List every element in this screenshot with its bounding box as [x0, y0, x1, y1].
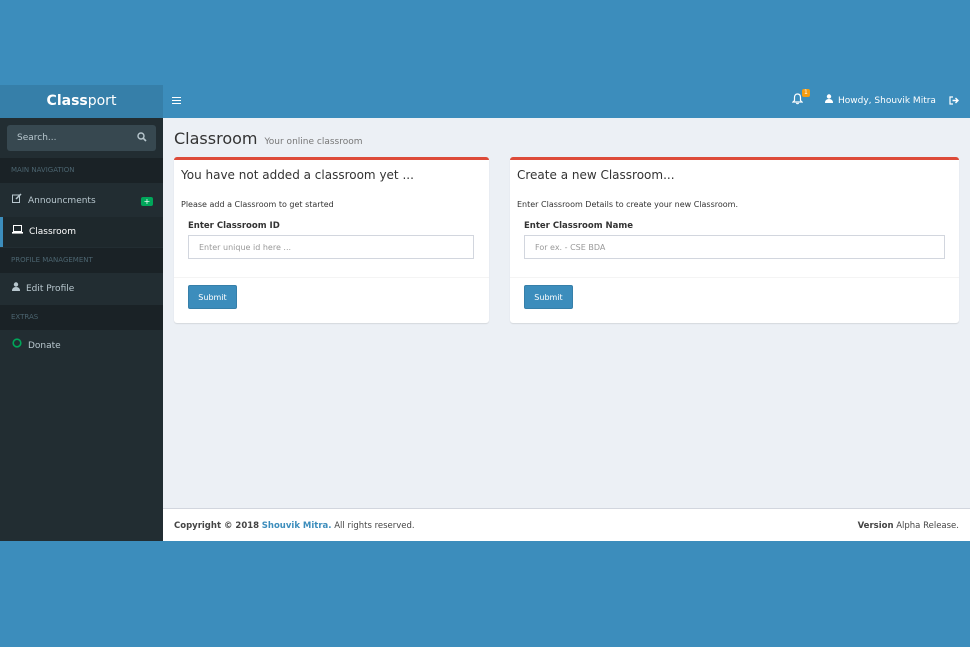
- box-title: Create a new Classroom...: [517, 168, 675, 182]
- box-description: Enter Classroom Details to create your n…: [517, 200, 738, 209]
- user-icon: [825, 85, 833, 118]
- version-label: Version: [857, 521, 894, 531]
- sidebar-item-donate[interactable]: Donate: [0, 331, 163, 361]
- nav-header-extras: EXTRAS: [0, 305, 163, 330]
- sidebar-item-label: Classroom: [29, 227, 76, 237]
- classroom-name-label: Enter Classroom Name: [524, 221, 634, 231]
- edit-icon: [12, 186, 22, 216]
- sidebar-item-classroom[interactable]: Classroom: [0, 217, 163, 247]
- sidebar-search: [7, 125, 156, 151]
- content-header: Classroom Your online classroom: [174, 129, 363, 148]
- sidebar-item-label: Announcments: [28, 196, 96, 206]
- footer: Copyright © 2018 Shouvik Mitra. All righ…: [163, 508, 970, 541]
- classroom-id-label: Enter Classroom ID: [188, 221, 280, 231]
- bell-icon[interactable]: 1: [792, 89, 810, 109]
- sign-out-icon[interactable]: [949, 96, 961, 108]
- submit-classroom-name-button[interactable]: Submit: [524, 285, 573, 309]
- search-input[interactable]: [7, 125, 132, 151]
- app-logo[interactable]: Classport: [0, 85, 163, 118]
- version-value: Alpha Release.: [896, 521, 959, 531]
- submit-classroom-id-button[interactable]: Submit: [188, 285, 237, 309]
- top-navbar: Classport 1 Howdy, Shouvik Mitra: [0, 85, 970, 118]
- rights-text: All rights reserved.: [334, 521, 415, 531]
- user-icon: [12, 274, 20, 304]
- logo-bold: Class: [46, 93, 88, 109]
- notification-count-badge: 1: [802, 89, 810, 97]
- user-greeting: Howdy, Shouvik Mitra: [838, 96, 936, 106]
- nav-header-profile: PROFILE MANAGEMENT: [0, 248, 163, 273]
- footer-version: Version Alpha Release.: [858, 521, 959, 531]
- classroom-name-input[interactable]: [524, 235, 945, 259]
- sidebar-item-label: Donate: [28, 341, 61, 351]
- hamburger-icon[interactable]: [172, 95, 184, 107]
- sidebar-item-label: Edit Profile: [26, 284, 75, 294]
- box-description: Please add a Classroom to get started: [181, 200, 334, 209]
- author-link[interactable]: Shouvik Mitra.: [262, 521, 332, 531]
- circle-icon: [12, 331, 22, 361]
- box-title: You have not added a classroom yet ...: [181, 168, 414, 182]
- classroom-id-input[interactable]: [188, 235, 474, 259]
- laptop-icon: [12, 217, 23, 247]
- page-subtitle: Your online classroom: [264, 137, 363, 147]
- box-divider: [174, 277, 489, 278]
- sidebar-item-edit-profile[interactable]: Edit Profile: [0, 274, 163, 304]
- sidebar-item-announcements[interactable]: Announcments +: [0, 186, 163, 216]
- join-classroom-box: You have not added a classroom yet ... P…: [174, 157, 489, 323]
- create-classroom-box: Create a new Classroom... Enter Classroo…: [510, 157, 959, 323]
- box-divider: [510, 277, 959, 278]
- sidebar: MAIN NAVIGATION Announcments + Classroom…: [0, 118, 163, 541]
- page-title: Classroom: [174, 129, 258, 148]
- plus-badge: +: [141, 197, 153, 206]
- copyright-text: Copyright © 2018: [174, 521, 260, 531]
- user-menu[interactable]: Howdy, Shouvik Mitra: [825, 85, 936, 118]
- logo-thin: port: [87, 93, 117, 109]
- search-icon[interactable]: [137, 132, 149, 144]
- app-window: Classport 1 Howdy, Shouvik Mitra MAIN NA…: [0, 85, 970, 541]
- nav-header-main: MAIN NAVIGATION: [0, 158, 163, 183]
- footer-copyright: Copyright © 2018 Shouvik Mitra. All righ…: [174, 521, 415, 531]
